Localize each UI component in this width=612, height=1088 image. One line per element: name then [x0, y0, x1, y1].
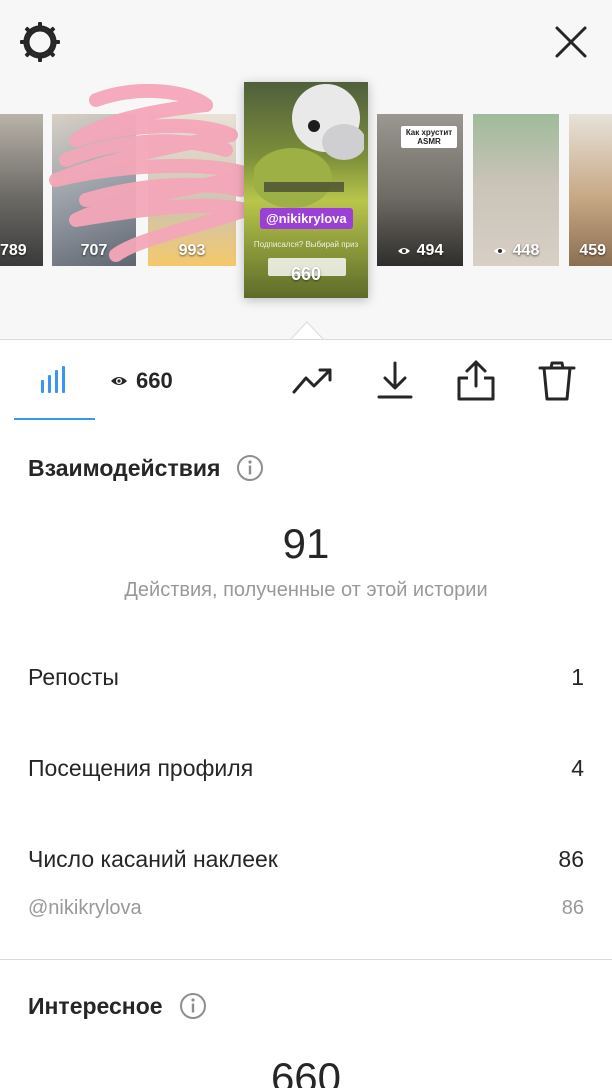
stories-strip: 789 707 993 Как хрустит ASMR 494 448 459… [0, 0, 612, 341]
eye-icon [111, 377, 127, 385]
story-thumbnail[interactable]: 993 [148, 114, 236, 266]
interactions-total: 91 [282, 520, 330, 567]
metric-label: Число касаний наклеек [28, 846, 278, 872]
story-views: 459 [569, 242, 612, 260]
interactions-heading: Взаимодействия [28, 454, 264, 482]
story-views: 789 [0, 242, 43, 260]
share-icon[interactable] [456, 358, 496, 402]
info-icon[interactable] [179, 992, 207, 1020]
story-views: 993 [148, 242, 236, 260]
metric-row-reposts: Репосты 1 [28, 664, 584, 691]
mention-sticker: @nikikrylova [260, 208, 353, 229]
metric-subrow-mention: @nikikrylova 86 [28, 897, 584, 920]
download-icon[interactable] [376, 360, 414, 400]
story-views-count: 707 [80, 242, 108, 259]
story-thumbnail[interactable]: 789 [0, 114, 43, 266]
metric-label: Репосты [28, 664, 119, 690]
views-count: 660 [136, 368, 173, 393]
story-text-sticker: Как хрустит ASMR [401, 126, 457, 148]
story-thumbnail[interactable]: 459 [569, 114, 612, 266]
trending-up-icon[interactable] [292, 364, 334, 398]
dog-photo [254, 84, 364, 208]
interactions-caption: Действия, полученные от этой истории [124, 579, 488, 601]
divider [0, 959, 612, 960]
story-views-count: 459 [579, 242, 606, 259]
story-views: 494 [377, 242, 463, 260]
metric-row-sticker-taps: Число касаний наклеек 86 [28, 846, 584, 873]
selected-story-thumbnail[interactable]: @nikikrylova Подписался? Выбирай приз 66… [244, 82, 368, 298]
discovery-title: Интересное [28, 992, 163, 1019]
selection-pointer [290, 321, 324, 341]
active-tab-indicator [14, 418, 95, 420]
selected-story-views: 660 [290, 264, 322, 284]
info-icon[interactable] [236, 454, 264, 482]
metric-row-profile-visits: Посещения профиля 4 [28, 755, 584, 782]
views-summary[interactable]: 660 [110, 368, 173, 394]
insights-toolbar: 660 [0, 340, 612, 422]
metric-label: Посещения профиля [28, 755, 254, 781]
story-thumbnail[interactable]: Как хрустит ASMR 494 [377, 114, 463, 266]
trash-icon[interactable] [538, 360, 576, 402]
story-caption: Подписался? Выбирай приз [253, 240, 359, 249]
story-views-count: 789 [0, 242, 27, 259]
eye-icon [493, 248, 506, 254]
metric-value: 4 [571, 755, 584, 781]
story-views-count: 993 [178, 242, 206, 259]
metric-value: 86 [558, 846, 584, 872]
story-thumbnail[interactable]: 448 [473, 114, 559, 266]
story-views-count: 494 [416, 242, 444, 259]
story-views: 448 [473, 242, 559, 260]
metric-sub-value: 86 [561, 897, 584, 919]
story-insights-screen: 789 707 993 Как хрустит ASMR 494 448 459… [0, 0, 612, 1088]
story-thumbnail[interactable]: 707 [52, 114, 136, 266]
metric-sub-label: @nikikrylova [28, 897, 142, 919]
discovery-heading: Интересное [28, 992, 207, 1020]
eye-icon [397, 248, 410, 254]
story-views-count: 448 [512, 242, 540, 259]
bar-chart-icon[interactable] [38, 364, 70, 396]
close-icon[interactable] [551, 22, 591, 62]
discovery-total: 660 [270, 1054, 342, 1088]
gear-icon[interactable] [18, 20, 62, 64]
metric-value: 1 [571, 664, 584, 690]
interactions-title: Взаимодействия [28, 454, 221, 481]
story-views: 707 [52, 242, 136, 260]
